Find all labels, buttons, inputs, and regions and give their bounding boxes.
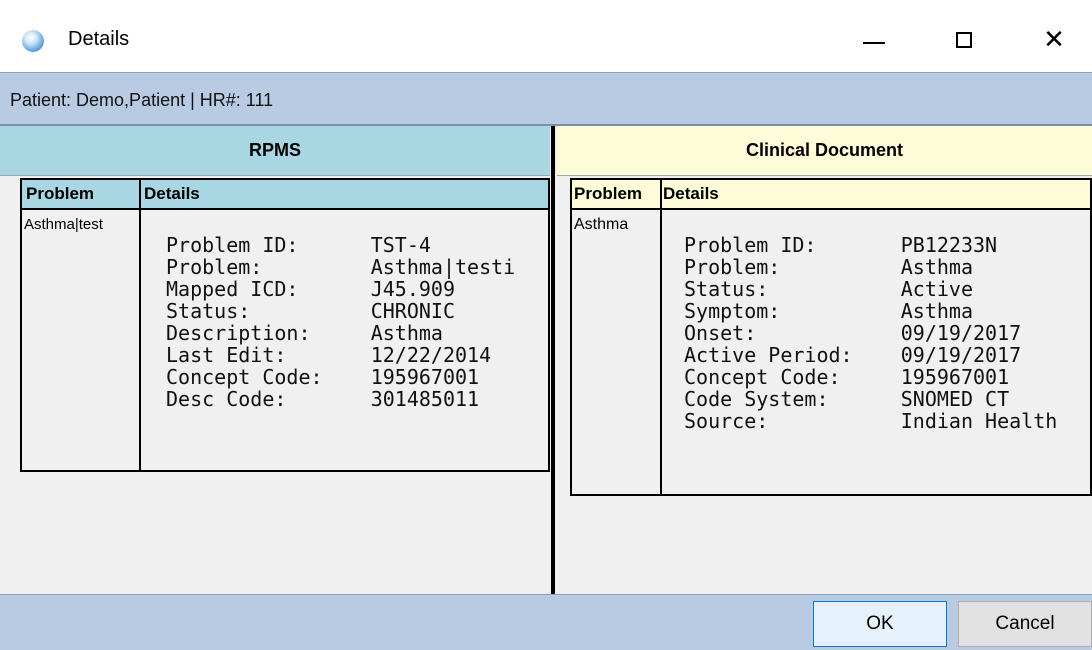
clinical-document-panel: Clinical Document Problem Details Asthma… [557, 126, 1092, 594]
detail-row: Concept Code: 195967001 [684, 365, 1010, 389]
column-header-details[interactable]: Details [144, 184, 200, 204]
detail-row: Status: CHRONIC [166, 299, 455, 323]
patient-header: Patient: Demo,Patient | HR#: 111 [0, 72, 1092, 126]
rpms-grid-header: Problem Details [22, 180, 548, 210]
column-separator [660, 180, 662, 494]
window-title: Details [68, 28, 130, 50]
detail-row: Problem ID: PB12233N [684, 233, 998, 257]
detail-row: Code System: SNOMED CT [684, 387, 1010, 411]
clinical-panel-title: Clinical Document [557, 126, 1092, 176]
detail-row: Last Edit: 12/22/2014 [166, 343, 492, 367]
detail-row: Concept Code: 195967001 [166, 365, 480, 389]
column-header-problem[interactable]: Problem [574, 184, 642, 204]
column-separator [139, 180, 141, 470]
detail-row: Desc Code: 301485011 [166, 387, 480, 411]
app-globe-icon [22, 30, 44, 52]
column-header-problem[interactable]: Problem [26, 184, 94, 204]
problem-cell[interactable]: Asthma [574, 216, 628, 234]
detail-row: Onset: 09/19/2017 [684, 321, 1022, 345]
detail-row: Source: Indian Health [684, 409, 1058, 433]
detail-row: Problem ID: TST-4 [166, 233, 431, 257]
cancel-button[interactable]: Cancel [958, 601, 1092, 647]
rpms-grid[interactable]: Problem Details Asthma|test Problem ID: … [20, 178, 550, 472]
clinical-grid[interactable]: Problem Details Asthma Problem ID: PB122… [570, 178, 1092, 496]
minimize-button[interactable] [850, 18, 898, 62]
ok-button[interactable]: OK [813, 601, 947, 647]
panel-divider[interactable] [550, 126, 557, 594]
detail-row: Description: Asthma [166, 321, 443, 345]
details-cell[interactable]: Problem ID: TST-4 Problem: Asthma|testi Ma… [166, 234, 515, 410]
close-icon: ✕ [1043, 25, 1065, 55]
rpms-panel: RPMS Problem Details Asthma|test Problem… [0, 126, 550, 594]
patient-info: Patient: Demo,Patient | HR#: 111 [10, 90, 274, 110]
column-header-details[interactable]: Details [663, 184, 719, 204]
close-button[interactable]: ✕ [1030, 18, 1078, 62]
clinical-grid-header: Problem Details [572, 180, 1090, 210]
detail-row: Problem: Asthma|testi [166, 255, 516, 279]
rpms-panel-title: RPMS [0, 126, 550, 176]
maximize-button[interactable] [940, 18, 988, 62]
detail-row: Symptom: Asthma [684, 299, 973, 323]
detail-row: Mapped ICD: J45.909 [166, 277, 455, 301]
detail-row: Active Period: 09/19/2017 [684, 343, 1022, 367]
details-cell[interactable]: Problem ID: PB12233N Problem: Asthma Statu… [684, 234, 1057, 432]
detail-row: Problem: Asthma [684, 255, 973, 279]
problem-cell[interactable]: Asthma|test [24, 216, 103, 233]
detail-row: Status: Active [684, 277, 973, 301]
button-bar: OK Cancel [0, 594, 1092, 650]
title-bar: Details ✕ [0, 0, 1092, 72]
